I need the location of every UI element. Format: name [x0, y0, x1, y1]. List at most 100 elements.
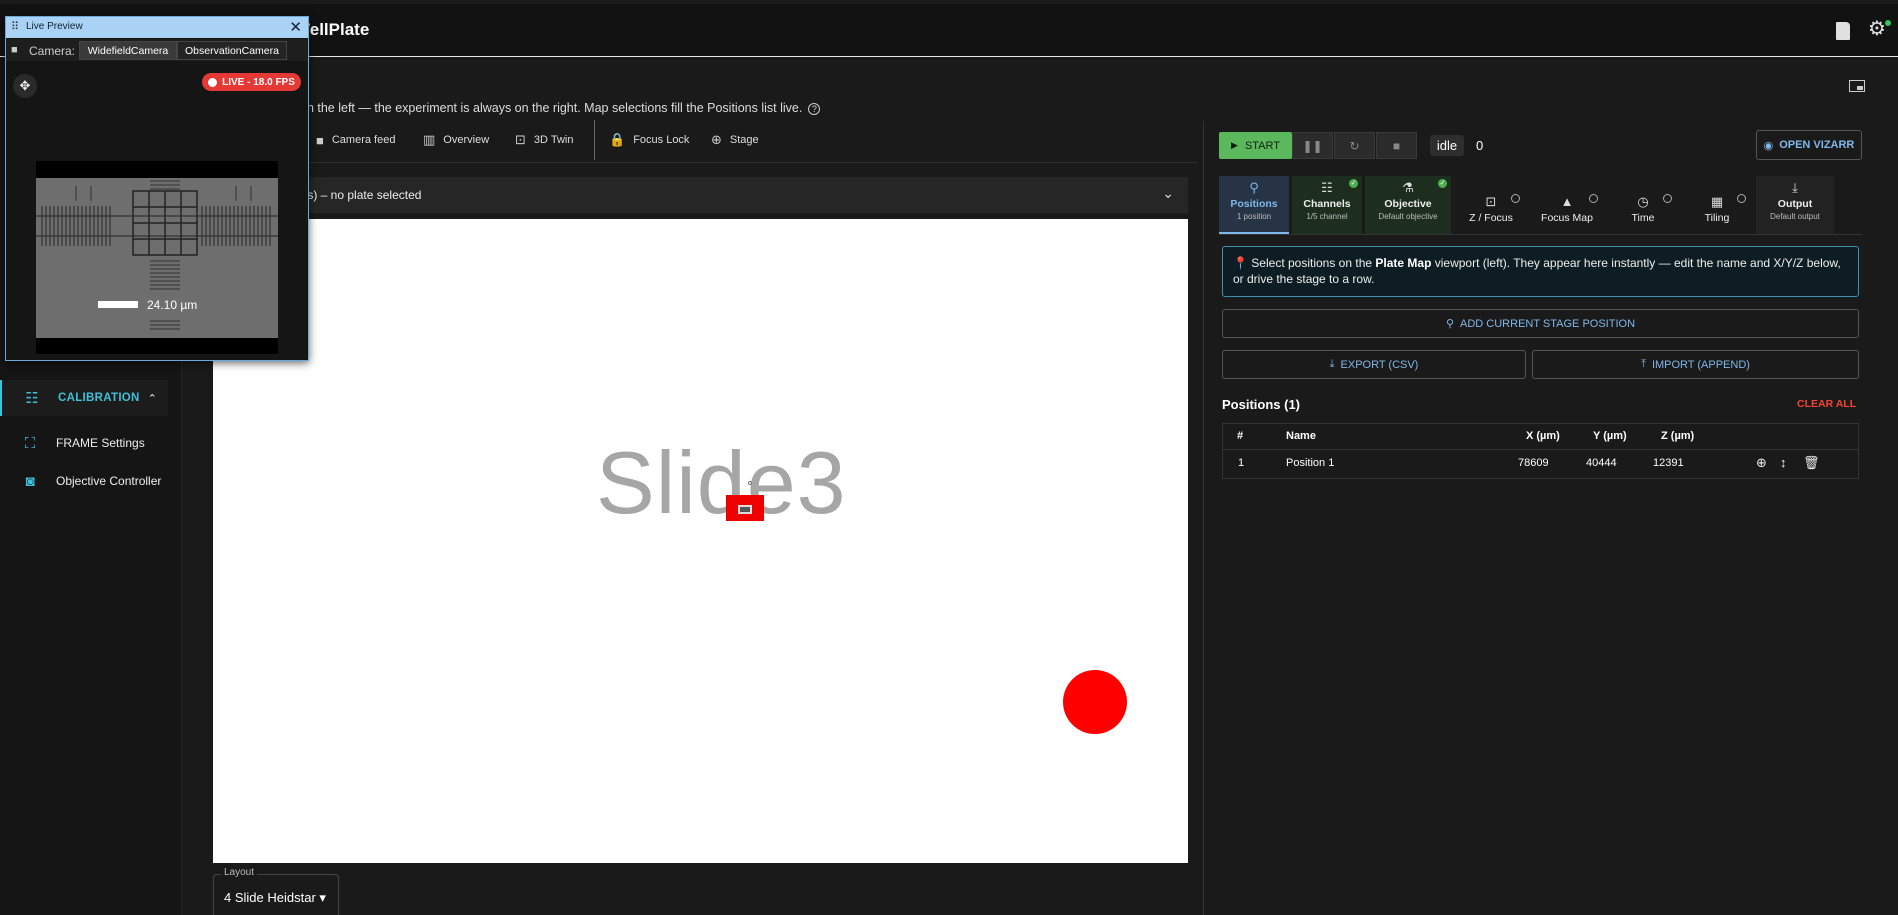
button-label: IMPORT (APPEND) — [1651, 358, 1750, 371]
video-camera-icon: ■ — [316, 132, 324, 148]
table-divider — [1223, 449, 1858, 450]
tab-3d-twin[interactable]: ⊡ 3D Twin — [515, 131, 573, 149]
start-button[interactable]: ▶ START — [1219, 132, 1292, 159]
step-sub: 1/5 channel — [1306, 212, 1348, 221]
live-preview-header[interactable]: ⠿ Live Preview ✕ — [6, 17, 308, 38]
live-preview-window[interactable]: ⠿ Live Preview ✕ ■ Camera: WidefieldCame… — [5, 16, 309, 361]
positions-table: # Name X (µm) Y (µm) Z (µm) 1 Position 1… — [1222, 423, 1859, 479]
export-csv-button[interactable]: ⤓ EXPORT (CSV) — [1222, 350, 1526, 379]
sd-card-icon[interactable] — [1836, 22, 1850, 40]
column-header: Y (µm) — [1593, 430, 1627, 442]
column-header: Z (µm) — [1661, 430, 1695, 442]
live-badge-text: LIVE - 18.0 FPS — [222, 76, 295, 88]
close-icon[interactable]: ✕ — [289, 18, 302, 36]
tab-overview[interactable]: ▥ Overview — [423, 131, 489, 149]
gear-icon[interactable]: ⚙ — [1868, 19, 1886, 39]
step-name: Positions — [1230, 198, 1278, 210]
refresh-icon: ↻ — [1349, 138, 1360, 153]
record-dot — [208, 77, 218, 87]
step-focus-map[interactable]: ▲ Focus Map — [1530, 176, 1604, 234]
camera-name: WidefieldCamera — [87, 44, 169, 57]
sidebar-item-label: Objective Controller — [56, 474, 162, 488]
stop-button[interactable]: ■ — [1376, 132, 1417, 159]
pin-icon: 📍 — [1233, 256, 1248, 270]
3d-box-icon: ⊡ — [515, 132, 526, 147]
column-header: Name — [1286, 430, 1316, 442]
frame-corners-icon: ⛶ — [24, 434, 36, 452]
live-preview-title: Live Preview — [26, 21, 83, 32]
tab-focus-lock[interactable]: 🔒 Focus Lock — [609, 131, 689, 149]
help-text: on the left — the experiment is always o… — [300, 101, 821, 115]
tune-icon: ☷ — [25, 390, 39, 407]
step-channels[interactable]: ✓ ☷ Channels 1/5 channel — [1292, 176, 1362, 234]
download-icon: ⤓ — [1329, 358, 1335, 370]
info-box: 📍 Select positions on the Plate Map view… — [1222, 246, 1859, 297]
row-name[interactable]: Position 1 — [1286, 457, 1334, 469]
info-text-pre: Select positions on the — [1251, 256, 1373, 270]
step-name: Output — [1777, 198, 1813, 210]
step-sub: Default output — [1770, 212, 1820, 221]
open-vizarr-button[interactable]: ◉ OPEN VIZARR — [1756, 130, 1862, 160]
sidebar-item-objective-controller[interactable]: ◙ Objective Controller — [0, 466, 182, 496]
go-to-position-icon[interactable]: ⊕ — [1756, 455, 1767, 471]
camera-observation-button[interactable]: ObservationCamera — [177, 41, 287, 60]
drag-handle-icon[interactable]: ⠿ — [11, 20, 19, 33]
add-current-stage-position-button[interactable]: ⚲ ADD CURRENT STAGE POSITION — [1222, 309, 1859, 338]
map-icon: ▥ — [423, 132, 436, 147]
empty-circle-icon — [1589, 194, 1598, 203]
chevron-down-icon: ⌄ — [1162, 185, 1174, 201]
row-index: 1 — [1238, 457, 1245, 469]
column-header: # — [1237, 430, 1244, 442]
resume-button[interactable]: ↻ — [1334, 132, 1375, 159]
slide-label: Slide3 — [596, 433, 847, 532]
camera-preview-image — [36, 161, 278, 354]
camera-widefield-button[interactable]: WidefieldCamera — [79, 41, 177, 60]
camera-name: ObservationCamera — [185, 44, 279, 57]
help-icon[interactable]: ? — [808, 103, 821, 115]
step-z-focus[interactable]: ⊡ Z / Focus — [1456, 176, 1526, 234]
picture-in-picture-icon[interactable] — [1849, 80, 1865, 92]
caret-down-icon: ▾ — [319, 890, 326, 905]
trash-icon[interactable]: 🗑 — [1803, 455, 1820, 471]
state-badge: idle — [1430, 135, 1464, 156]
button-label: EXPORT (CSV) — [1340, 358, 1419, 371]
positions-title: Positions (1) — [1222, 397, 1301, 412]
row-x[interactable]: 78609 — [1518, 457, 1549, 469]
gamepad-icon[interactable]: ✥ — [13, 74, 37, 98]
step-positions[interactable]: ⚲ Positions 1 position — [1219, 176, 1289, 234]
status-dot — [1885, 20, 1891, 26]
sidebar-section-calibration[interactable]: ☷ CALIBRATION ⌃ — [0, 380, 168, 416]
step-objective[interactable]: ✓ ⚗ Objective Default objective — [1365, 176, 1451, 234]
tab-label: Focus Lock — [633, 134, 690, 146]
import-append-button[interactable]: ⤒ IMPORT (APPEND) — [1532, 350, 1859, 379]
video-camera-icon: ■ — [11, 44, 18, 56]
panel-divider — [1203, 121, 1204, 915]
step-time[interactable]: ◷ Time — [1608, 176, 1678, 234]
pause-button[interactable]: ❚❚ — [1292, 132, 1333, 159]
marker-origin — [748, 481, 752, 485]
live-badge: LIVE - 18.0 FPS — [202, 73, 301, 91]
row-y[interactable]: 40444 — [1586, 457, 1617, 469]
start-label: START — [1244, 139, 1280, 152]
tab-label: Overview — [443, 134, 490, 146]
step-tiling[interactable]: ▦ Tiling — [1682, 176, 1752, 234]
sidebar-section-label: CALIBRATION — [58, 392, 140, 404]
sidebar-item-frame-settings[interactable]: ⛶ FRAME Settings — [0, 428, 182, 458]
calibration-target-image — [36, 161, 278, 354]
camera-selector: ■ Camera: WidefieldCamera ObservationCam… — [6, 39, 308, 61]
move-vertical-icon[interactable]: ↕ — [1780, 455, 1787, 470]
clear-all-button[interactable]: CLEAR ALL — [1797, 398, 1856, 410]
plate-selector[interactable]: ons) – no plate selected ⌄ — [182, 177, 1188, 213]
row-z[interactable]: 12391 — [1653, 457, 1684, 469]
download-icon: ⤓ — [1792, 180, 1798, 195]
layout-legend: Layout — [221, 867, 258, 878]
camera-icon: ◙ — [25, 472, 35, 490]
tab-camera-feed[interactable]: ■ Camera feed — [316, 131, 395, 149]
scale-bar — [98, 301, 138, 308]
layout-value[interactable]: 4 Slide Heidstar ▾ — [224, 890, 326, 906]
plate-map-canvas[interactable]: Slide3 — [213, 219, 1188, 863]
tab-stage[interactable]: ⊕ Stage — [711, 131, 759, 149]
tab-label: Camera feed — [331, 134, 396, 146]
step-output[interactable]: ⤓ Output Default output — [1756, 176, 1834, 234]
step-name: Focus Map — [1541, 212, 1593, 224]
